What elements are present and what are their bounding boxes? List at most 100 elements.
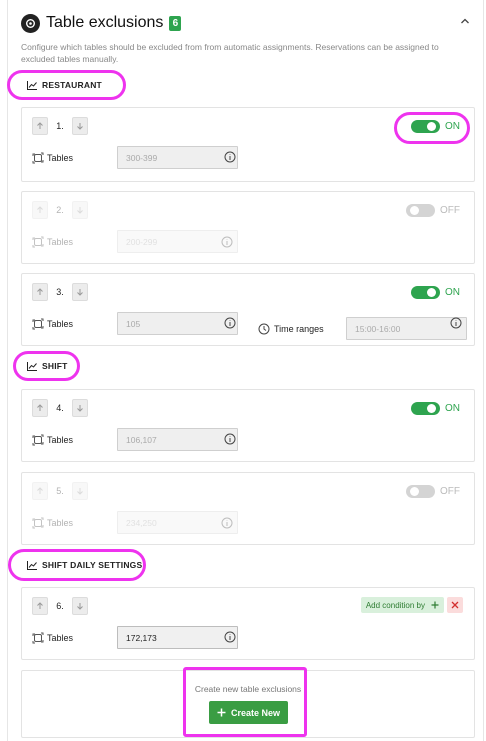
arrow-up-icon	[37, 602, 43, 609]
tables-input[interactable]: 234,250	[117, 511, 238, 534]
rule-card-6: 6. Add condition by Tables 172,173	[21, 587, 475, 660]
section-shift-daily-settings: SHIFT DAILY SETTINGS	[27, 557, 142, 573]
move-down-button[interactable]	[72, 117, 88, 135]
move-down-button[interactable]	[72, 597, 88, 615]
move-up-button[interactable]	[32, 283, 48, 301]
count-badge: 6	[169, 15, 182, 31]
table-icon	[32, 236, 44, 247]
move-down-button[interactable]	[72, 399, 88, 417]
tables-input[interactable]: 300-399	[117, 146, 238, 169]
rule-card-3: 3. ON Tables 105 Time ranges 15:00-16:00	[21, 273, 475, 346]
info-icon[interactable]	[221, 236, 233, 248]
tables-field-row: Tables 106,107	[32, 428, 238, 451]
add-condition-label: Add condition by	[365, 600, 425, 610]
tables-label: Tables	[47, 517, 74, 528]
toggle-state: OFF	[440, 205, 460, 216]
info-icon[interactable]	[224, 631, 236, 643]
move-down-button[interactable]	[72, 482, 88, 500]
arrow-up-icon	[37, 122, 43, 129]
tables-input[interactable]: 106,107	[117, 428, 238, 451]
table-icon	[32, 632, 44, 643]
rule-card-1: 1. ON Tables 300-399	[21, 107, 475, 182]
order-control: 4.	[32, 399, 88, 417]
section-label: SHIFT DAILY SETTINGS	[42, 560, 143, 570]
enable-toggle[interactable]: ON	[411, 286, 460, 299]
arrow-up-icon	[37, 288, 43, 295]
tables-input[interactable]: 172,173	[117, 626, 238, 649]
order-number: 3.	[56, 287, 64, 297]
info-icon[interactable]	[224, 433, 236, 445]
section-label: RESTAURANT	[42, 80, 102, 90]
tables-label: Tables	[47, 152, 74, 163]
plus-icon	[217, 708, 226, 717]
toggle-state: ON	[445, 287, 460, 298]
order-number: 2.	[56, 205, 64, 215]
order-control: 5.	[32, 482, 88, 500]
section-shift: SHIFT	[27, 358, 68, 374]
create-new-button[interactable]: Create New	[209, 701, 288, 724]
toggle-switch[interactable]	[406, 485, 435, 498]
time-ranges-input[interactable]: 15:00-16:00	[346, 317, 467, 340]
tables-input[interactable]: 200-299	[117, 230, 238, 253]
toggle-switch[interactable]	[411, 286, 440, 299]
page-title: Table exclusions	[46, 14, 164, 31]
chart-icon	[27, 560, 37, 570]
enable-toggle[interactable]: OFF	[406, 485, 460, 498]
clock-icon	[258, 323, 270, 334]
move-down-button[interactable]	[72, 283, 88, 301]
enable-toggle[interactable]: ON	[411, 402, 460, 415]
tables-field-row: Tables 234,250	[32, 511, 238, 534]
section-label: SHIFT	[42, 361, 68, 371]
toggle-state: OFF	[440, 486, 460, 497]
add-condition-button[interactable]: Add condition by	[360, 597, 444, 613]
info-icon[interactable]	[450, 317, 462, 329]
order-control: 3.	[32, 283, 88, 301]
info-icon[interactable]	[224, 317, 236, 329]
move-up-button[interactable]	[32, 201, 48, 219]
toggle-switch[interactable]	[411, 402, 440, 415]
rule-card-5: 5. Tables 234,250 OFF	[21, 472, 475, 545]
move-down-button[interactable]	[72, 201, 88, 219]
info-icon[interactable]	[224, 151, 236, 163]
plus-icon	[431, 601, 439, 609]
create-text: Create new table exclusions	[194, 684, 302, 694]
rule-card-2: 2. Tables 200-299 OFF	[21, 191, 475, 264]
move-up-button[interactable]	[32, 399, 48, 417]
arrow-down-icon	[77, 207, 83, 214]
arrow-down-icon	[77, 603, 83, 610]
toggle-state: ON	[445, 403, 460, 414]
time-ranges-label: Time ranges	[274, 323, 324, 334]
chart-icon	[27, 80, 37, 90]
create-card: Create new table exclusions Create New	[21, 670, 475, 738]
tables-input[interactable]: 105	[117, 312, 238, 335]
move-up-button[interactable]	[32, 482, 48, 500]
enable-toggle[interactable]: ON	[411, 120, 460, 133]
chart-icon	[27, 361, 37, 371]
move-up-button[interactable]	[32, 597, 48, 615]
tables-field-row: Tables 172,173	[32, 626, 238, 649]
rule-card-4: 4. ON Tables 106,107	[21, 389, 475, 462]
arrow-down-icon	[77, 123, 83, 130]
exclusion-logo-icon	[21, 13, 40, 33]
arrow-up-icon	[37, 404, 43, 411]
enable-toggle[interactable]: OFF	[406, 204, 460, 217]
tables-field-row: Tables 105	[32, 312, 238, 335]
order-number: 6.	[56, 601, 64, 611]
toggle-switch[interactable]	[411, 120, 440, 133]
arrow-down-icon	[77, 488, 83, 495]
arrow-up-icon	[37, 487, 43, 494]
order-number: 1.	[56, 121, 64, 131]
order-control: 2.	[32, 201, 88, 219]
table-icon	[32, 517, 44, 528]
delete-rule-button[interactable]	[447, 597, 463, 613]
move-up-button[interactable]	[32, 117, 48, 135]
tables-field-row: Tables 300-399	[32, 146, 238, 169]
chevron-up-icon[interactable]	[458, 14, 472, 28]
order-number: 5.	[56, 486, 64, 496]
toggle-switch[interactable]	[406, 204, 435, 217]
order-control: 6.	[32, 597, 88, 615]
panel-header: Table exclusions 6	[21, 11, 182, 35]
table-icon	[32, 434, 44, 445]
info-icon[interactable]	[221, 517, 233, 529]
tables-label: Tables	[47, 632, 74, 643]
